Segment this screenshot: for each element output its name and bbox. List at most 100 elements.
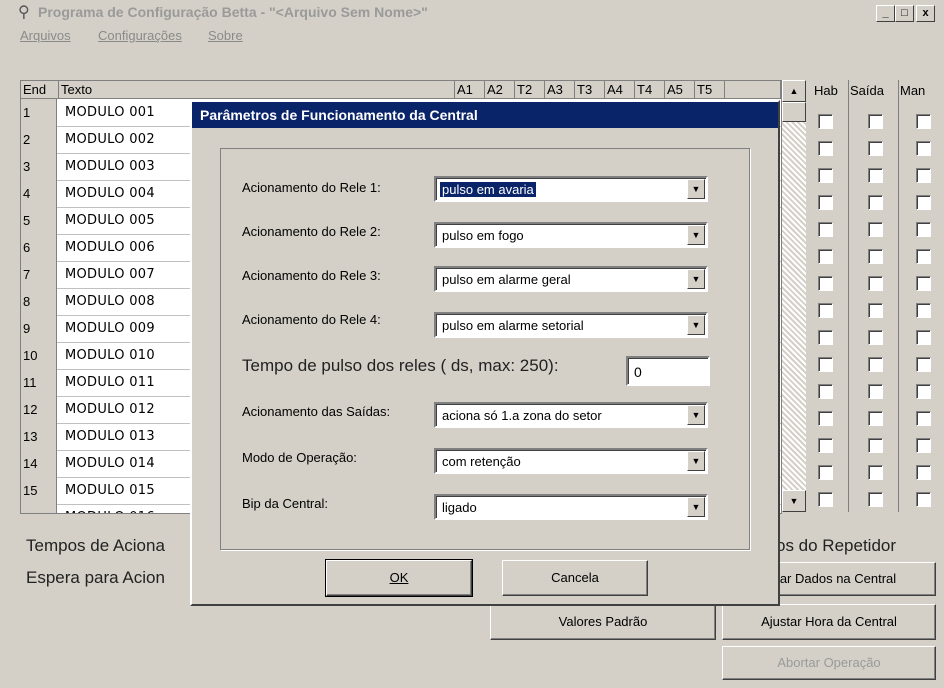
- tempo-pulso-input[interactable]: 0: [626, 356, 710, 386]
- row-texto-cell[interactable]: MODULO 015: [59, 477, 155, 504]
- man-checkbox[interactable]: [916, 249, 931, 264]
- ok-button[interactable]: OK: [325, 559, 473, 597]
- saida-checkbox[interactable]: [868, 276, 883, 291]
- saida-checkbox[interactable]: [868, 411, 883, 426]
- col-header-t2[interactable]: T2: [515, 81, 545, 99]
- row-texto-cell[interactable]: MODULO 014: [59, 450, 155, 477]
- row-texto-cell[interactable]: MODULO 001: [59, 99, 155, 126]
- dropdown-arrow-icon[interactable]: ▼: [687, 315, 705, 335]
- saida-checkbox[interactable]: [868, 384, 883, 399]
- modo-operacao-select[interactable]: com retenção ▼: [434, 448, 708, 474]
- col-header-end[interactable]: End: [21, 81, 59, 99]
- hab-checkbox[interactable]: [818, 168, 833, 183]
- row-texto-cell[interactable]: MODULO 012: [59, 396, 155, 423]
- man-checkbox[interactable]: [916, 438, 931, 453]
- col-header-t4[interactable]: T4: [635, 81, 665, 99]
- man-checkbox[interactable]: [916, 384, 931, 399]
- saida-checkbox[interactable]: [868, 168, 883, 183]
- hab-checkbox[interactable]: [818, 357, 833, 372]
- hab-checkbox[interactable]: [818, 330, 833, 345]
- row-texto-cell[interactable]: MODULO 005: [59, 207, 155, 234]
- hab-checkbox[interactable]: [818, 195, 833, 210]
- rele2-select[interactable]: pulso em fogo ▼: [434, 222, 708, 248]
- row-texto-cell[interactable]: MODULO 013: [59, 423, 155, 450]
- saida-checkbox[interactable]: [868, 141, 883, 156]
- man-checkbox[interactable]: [916, 141, 931, 156]
- man-checkbox[interactable]: [916, 357, 931, 372]
- saida-checkbox[interactable]: [868, 330, 883, 345]
- rele3-select[interactable]: pulso em alarme geral ▼: [434, 266, 708, 292]
- valores-padrao-button[interactable]: Valores Padrão: [490, 604, 716, 640]
- col-header-t5[interactable]: T5: [695, 81, 725, 99]
- saida-checkbox[interactable]: [868, 492, 883, 507]
- saida-checkbox[interactable]: [868, 438, 883, 453]
- bip-central-select[interactable]: ligado ▼: [434, 494, 708, 520]
- row-texto-cell[interactable]: MODULO 016: [59, 504, 155, 513]
- row-texto-cell[interactable]: MODULO 008: [59, 288, 155, 315]
- saida-checkbox[interactable]: [868, 114, 883, 129]
- hab-checkbox[interactable]: [818, 114, 833, 129]
- man-checkbox[interactable]: [916, 465, 931, 480]
- hab-checkbox[interactable]: [818, 303, 833, 318]
- col-header-texto[interactable]: Texto: [59, 81, 455, 99]
- dropdown-arrow-icon[interactable]: ▼: [687, 225, 705, 245]
- col-header-a2[interactable]: A2: [485, 81, 515, 99]
- dropdown-arrow-icon[interactable]: ▼: [687, 451, 705, 471]
- dropdown-arrow-icon[interactable]: ▼: [687, 179, 705, 199]
- row-texto-cell[interactable]: MODULO 010: [59, 342, 155, 369]
- hab-checkbox[interactable]: [818, 492, 833, 507]
- dropdown-arrow-icon[interactable]: ▼: [687, 405, 705, 425]
- saida-checkbox[interactable]: [868, 303, 883, 318]
- menu-sobre[interactable]: Sobre: [208, 28, 243, 43]
- row-texto-cell[interactable]: MODULO 011: [59, 369, 155, 396]
- row-texto-cell[interactable]: MODULO 009: [59, 315, 155, 342]
- menu-configuracoes[interactable]: Configurações: [98, 28, 182, 43]
- grid-scrollbar[interactable]: ▲ ▼: [782, 80, 806, 512]
- col-header-a5[interactable]: A5: [665, 81, 695, 99]
- hab-checkbox[interactable]: [818, 465, 833, 480]
- ajustar-hora-button[interactable]: Ajustar Hora da Central: [722, 604, 936, 640]
- dropdown-arrow-icon[interactable]: ▼: [687, 269, 705, 289]
- col-header-a4[interactable]: A4: [605, 81, 635, 99]
- man-checkbox[interactable]: [916, 330, 931, 345]
- rele4-select[interactable]: pulso em alarme setorial ▼: [434, 312, 708, 338]
- hab-checkbox[interactable]: [818, 222, 833, 237]
- col-header-t3[interactable]: T3: [575, 81, 605, 99]
- man-checkbox[interactable]: [916, 303, 931, 318]
- saida-checkbox[interactable]: [868, 357, 883, 372]
- hab-checkbox[interactable]: [818, 411, 833, 426]
- hab-checkbox[interactable]: [818, 276, 833, 291]
- man-checkbox[interactable]: [916, 276, 931, 291]
- menu-arquivos[interactable]: Arquivos: [20, 28, 71, 43]
- saida-checkbox[interactable]: [868, 195, 883, 210]
- cancela-button[interactable]: Cancela: [502, 560, 648, 596]
- man-checkbox[interactable]: [916, 168, 931, 183]
- row-texto-cell[interactable]: MODULO 004: [59, 180, 155, 207]
- hab-checkbox[interactable]: [818, 438, 833, 453]
- saida-checkbox[interactable]: [868, 249, 883, 264]
- scroll-down-button[interactable]: ▼: [782, 490, 806, 512]
- man-checkbox[interactable]: [916, 114, 931, 129]
- row-texto-cell[interactable]: MODULO 002: [59, 126, 155, 153]
- hab-checkbox[interactable]: [818, 249, 833, 264]
- col-header-a3[interactable]: A3: [545, 81, 575, 99]
- saida-checkbox[interactable]: [868, 465, 883, 480]
- scroll-up-button[interactable]: ▲: [782, 80, 806, 102]
- row-texto-cell[interactable]: MODULO 007: [59, 261, 155, 288]
- saidas-select[interactable]: aciona só 1.a zona do setor ▼: [434, 402, 708, 428]
- minimize-button[interactable]: _: [876, 5, 895, 22]
- dropdown-arrow-icon[interactable]: ▼: [687, 497, 705, 517]
- hab-checkbox[interactable]: [818, 141, 833, 156]
- scroll-thumb[interactable]: [782, 102, 806, 122]
- man-checkbox[interactable]: [916, 492, 931, 507]
- saida-checkbox[interactable]: [868, 222, 883, 237]
- row-texto-cell[interactable]: MODULO 006: [59, 234, 155, 261]
- man-checkbox[interactable]: [916, 222, 931, 237]
- man-checkbox[interactable]: [916, 195, 931, 210]
- hab-checkbox[interactable]: [818, 384, 833, 399]
- row-texto-cell[interactable]: MODULO 003: [59, 153, 155, 180]
- close-button[interactable]: x: [916, 5, 935, 22]
- rele1-select[interactable]: pulso em avaria ▼: [434, 176, 708, 202]
- maximize-button[interactable]: □: [895, 5, 914, 22]
- man-checkbox[interactable]: [916, 411, 931, 426]
